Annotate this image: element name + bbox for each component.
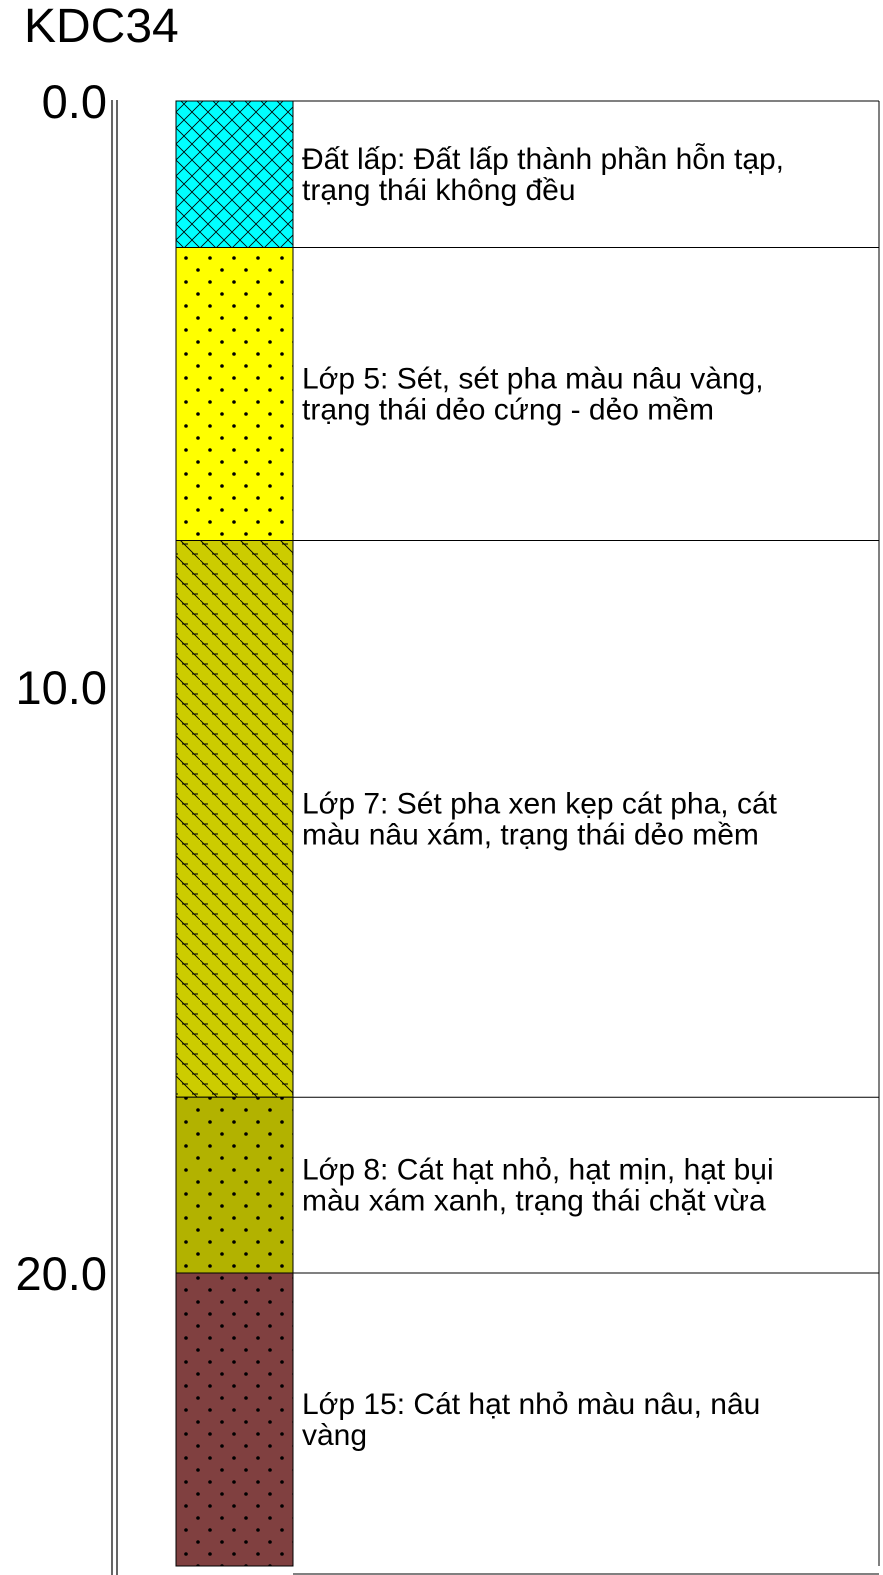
layer-pattern (175, 247, 294, 541)
layer-description-line: Lớp 7: Sét pha xen kẹp cát pha, cát (302, 787, 778, 820)
layer-pattern (175, 100, 294, 248)
depth-tick-label: 20.0 (16, 1247, 107, 1300)
layer-pattern (175, 540, 294, 1098)
layer-layer-7: Lớp 7: Sét pha xen kẹp cát pha, cátmàu n… (175, 540, 879, 1098)
layer-description-line: Đất lấp: Đất lấp thành phần hỗn tạp, (302, 143, 784, 176)
layer-layer-15: Lớp 15: Cát hạt nhỏ màu nâu, nâuvàng (175, 1272, 879, 1567)
layer-fill: Đất lấp: Đất lấp thành phần hỗn tạp,trạn… (175, 100, 879, 248)
layer-description-line: trạng thái dẻo cứng - dẻo mềm (302, 394, 714, 427)
layers-group: Đất lấp: Đất lấp thành phần hỗn tạp,trạn… (175, 100, 880, 1575)
depth-tick-label: 10.0 (16, 661, 107, 714)
layer-description-line: màu xám xanh, trạng thái chặt vừa (302, 1185, 766, 1218)
borehole-log: KDC34 0.0 10.0 20.0 Đất lấp: Đất lấp thành… (16, 0, 880, 1575)
layer-layer-8: Lớp 8: Cát hạt nhỏ, hạt mịn, hạt bụimàu … (175, 1096, 879, 1274)
layer-pattern (175, 1272, 294, 1567)
layer-description-line: vàng (302, 1419, 367, 1452)
layer-description-line: Lớp 8: Cát hạt nhỏ, hạt mịn, hạt bụi (302, 1154, 774, 1187)
layer-description-line: Lớp 5: Sét, sét pha màu nâu vàng, (302, 363, 764, 396)
layer-description-line: Lớp 15: Cát hạt nhỏ màu nâu, nâu (302, 1388, 760, 1421)
layer-description-line: trạng thái không đều (302, 174, 576, 207)
layer-layer-5: Lớp 5: Sét, sét pha màu nâu vàng,trạng t… (175, 247, 879, 541)
depth-axis: 0.0 10.0 20.0 (16, 75, 118, 1575)
borehole-title: KDC34 (24, 0, 179, 53)
depth-tick-label: 0.0 (42, 75, 107, 128)
layer-description-line: màu nâu xám, trạng thái dẻo mềm (302, 818, 759, 851)
layer-pattern (175, 1096, 294, 1274)
